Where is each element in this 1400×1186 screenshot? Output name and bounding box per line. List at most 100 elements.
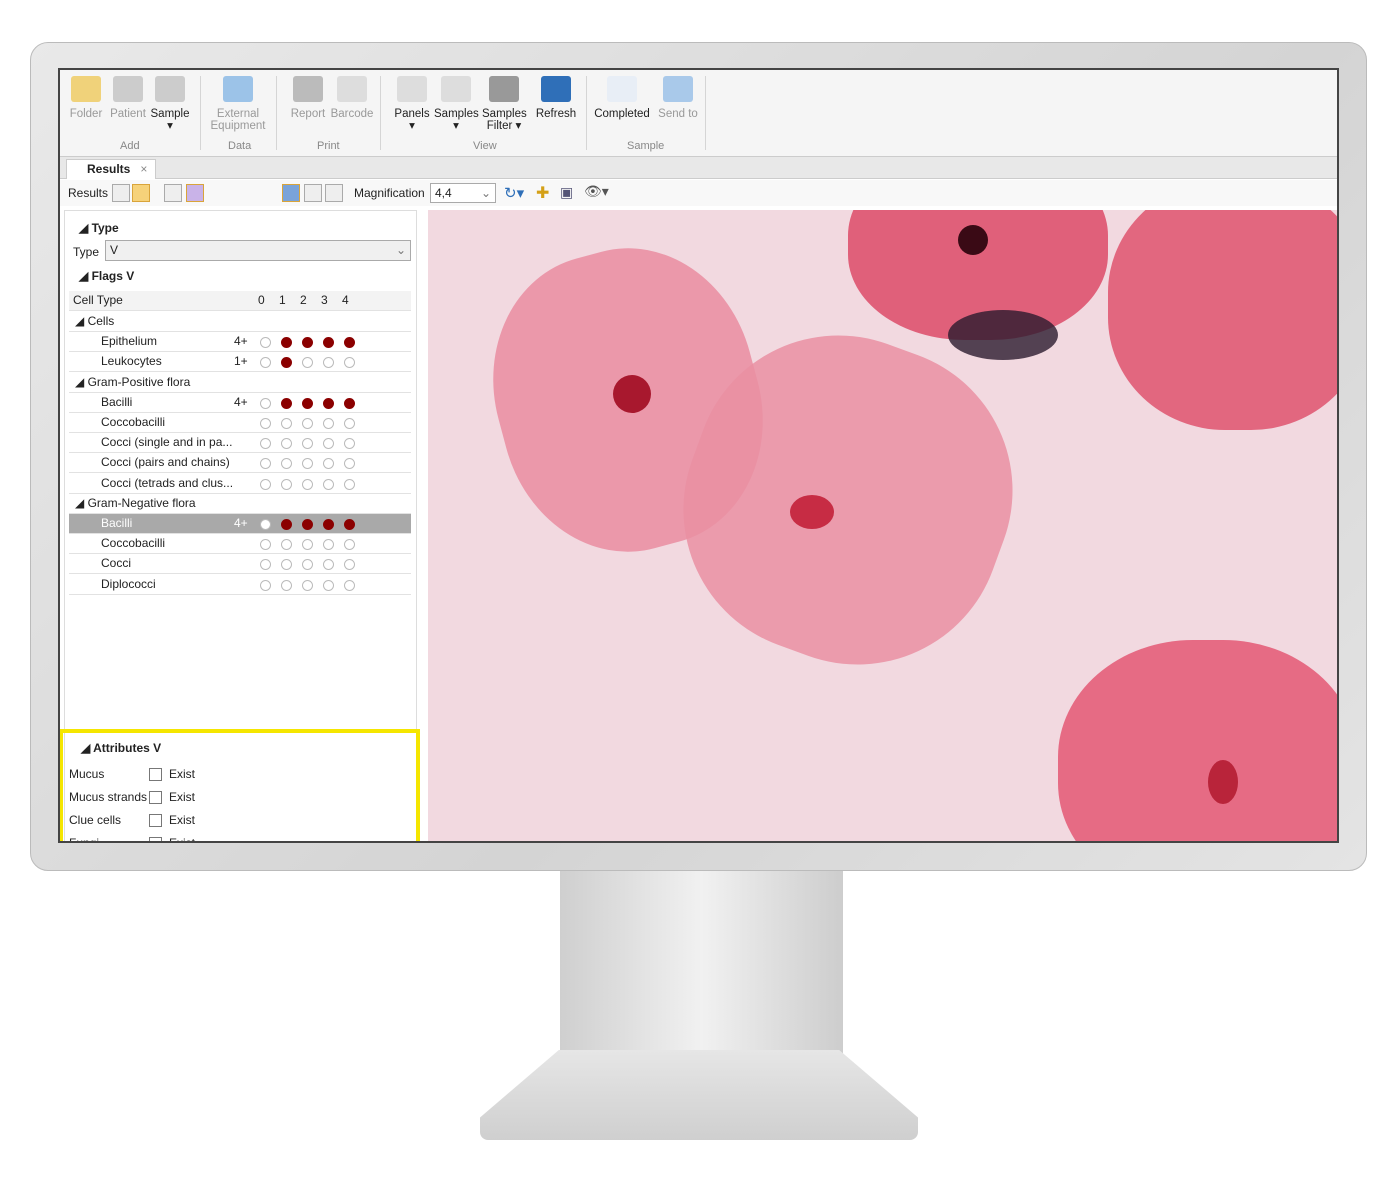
grade-radio-0[interactable] [260, 337, 271, 349]
layout-single-icon[interactable] [112, 184, 130, 202]
grade-radio-2[interactable] [302, 337, 313, 349]
view-single-icon[interactable] [282, 184, 300, 202]
grade-radio-4[interactable] [344, 579, 355, 591]
grade-radio-1[interactable] [281, 418, 292, 429]
grade-radio-3[interactable] [323, 418, 334, 429]
section-attributes[interactable]: ◢ Attributes V [81, 741, 161, 755]
view-grid-icon[interactable] [304, 184, 322, 202]
panels-button[interactable]: Panels ▾ [390, 76, 434, 132]
document-icon[interactable] [164, 184, 182, 202]
sample-button[interactable]: Sample ▾ [148, 76, 192, 132]
grade-radio-1[interactable] [281, 478, 292, 490]
microscopy-image[interactable] [428, 210, 1337, 841]
screenshot-icon[interactable]: ▣ [560, 184, 573, 201]
table-row[interactable]: Epithelium 4+ [69, 332, 411, 353]
magnification-select[interactable]: 4,4 ⌄ [430, 183, 496, 203]
grade-radio-0[interactable] [260, 559, 271, 571]
grade-radio-2[interactable] [302, 579, 313, 591]
grade-radio-2[interactable] [302, 559, 313, 571]
table-row[interactable]: Bacilli 4+ [69, 393, 411, 413]
grade-radio-0[interactable] [260, 458, 271, 470]
view-split-icon[interactable] [325, 184, 343, 202]
table-row[interactable]: Cocci [69, 554, 411, 575]
section-type[interactable]: ◢ Type [79, 221, 119, 235]
close-icon[interactable]: × [140, 162, 147, 176]
grade-radio-3[interactable] [323, 357, 334, 369]
table-group[interactable]: ◢ Gram-Negative flora [69, 494, 411, 514]
grade-radio-0[interactable] [260, 397, 271, 409]
grade-radio-3[interactable] [323, 478, 334, 490]
grade-radio-4[interactable] [344, 418, 355, 429]
grade-radio-1[interactable] [281, 397, 292, 409]
checkbox[interactable] [149, 791, 162, 804]
crosshair-icon[interactable]: ✚ [536, 183, 549, 203]
grade-radio-3[interactable] [323, 579, 334, 591]
patient-button[interactable]: Patient [106, 76, 150, 120]
grade-radio-4[interactable] [344, 357, 355, 369]
table-row[interactable]: Cocci (tetrads and clus... [69, 474, 411, 494]
grade-radio-4[interactable] [344, 559, 355, 571]
grade-radio-4[interactable] [344, 458, 355, 470]
section-flags[interactable]: ◢ Flags V [79, 269, 134, 283]
grade-radio-2[interactable] [302, 458, 313, 470]
grade-radio-2[interactable] [302, 438, 313, 450]
grade-radio-3[interactable] [323, 458, 334, 470]
grade-radio-2[interactable] [302, 539, 313, 551]
grade-radio-1[interactable] [281, 438, 292, 450]
barcode-button[interactable]: Barcode [330, 76, 374, 120]
table-group[interactable]: ◢ Gram-Positive flora [69, 373, 411, 393]
completed-button[interactable]: Completed [590, 76, 654, 120]
grade-radio-2[interactable] [302, 357, 313, 369]
gram-icon[interactable] [186, 184, 204, 202]
tab-results[interactable]: Results × [66, 159, 156, 179]
table-group[interactable]: ◢ Cells [69, 312, 411, 332]
refresh-button[interactable]: Refresh [534, 76, 578, 120]
grade-radio-1[interactable] [281, 337, 292, 349]
grade-radio-4[interactable] [344, 519, 355, 530]
grade-radio-3[interactable] [323, 397, 334, 409]
grade-radio-1[interactable] [281, 579, 292, 591]
grade-radio-2[interactable] [302, 397, 313, 409]
grade-radio-1[interactable] [281, 519, 292, 530]
table-row[interactable]: Bacilli 4+ [69, 514, 411, 534]
grade-radio-1[interactable] [281, 559, 292, 571]
report-button[interactable]: Report [286, 76, 330, 120]
table-row[interactable]: Coccobacilli [69, 534, 411, 555]
rotate-icon[interactable]: ↻▾ [504, 184, 524, 202]
table-row[interactable]: Cocci (pairs and chains) [69, 453, 411, 474]
grade-radio-3[interactable] [323, 438, 334, 450]
table-row[interactable]: Leukocytes 1+ [69, 352, 411, 373]
grade-radio-2[interactable] [302, 478, 313, 490]
grade-radio-4[interactable] [344, 478, 355, 490]
table-row[interactable]: Cocci (single and in pa... [69, 433, 411, 454]
grade-radio-0[interactable] [260, 579, 271, 591]
grade-radio-0[interactable] [260, 438, 271, 450]
samples-button[interactable]: Samples ▾ [434, 76, 479, 132]
grade-radio-0[interactable] [260, 478, 271, 490]
grade-radio-0[interactable] [260, 418, 271, 429]
grade-radio-0[interactable] [260, 519, 271, 530]
folder-button[interactable]: Folder [64, 76, 108, 120]
checkbox[interactable] [149, 814, 162, 827]
grade-radio-4[interactable] [344, 397, 355, 409]
grade-radio-1[interactable] [281, 539, 292, 551]
grade-radio-3[interactable] [323, 559, 334, 571]
grade-radio-4[interactable] [344, 337, 355, 349]
table-row[interactable]: Diplococci [69, 575, 411, 595]
grade-radio-3[interactable] [323, 337, 334, 349]
grade-radio-1[interactable] [281, 458, 292, 470]
table-row[interactable]: Coccobacilli [69, 413, 411, 433]
grade-radio-3[interactable] [323, 539, 334, 551]
grade-radio-2[interactable] [302, 418, 313, 429]
type-select[interactable]: V ⌄ [105, 240, 411, 261]
grade-radio-0[interactable] [260, 539, 271, 551]
layout-panel-icon[interactable] [132, 184, 150, 202]
grade-radio-3[interactable] [323, 519, 334, 530]
eye-icon[interactable]: 👁▾ [584, 183, 609, 200]
grade-radio-4[interactable] [344, 539, 355, 551]
grade-radio-1[interactable] [281, 357, 292, 369]
grade-radio-0[interactable] [260, 357, 271, 369]
samples-filter-button[interactable]: Samples Filter ▾ [482, 76, 527, 132]
send-to-button[interactable]: Send to [656, 76, 700, 120]
external-equipment-button[interactable]: External Equipment [206, 76, 270, 132]
